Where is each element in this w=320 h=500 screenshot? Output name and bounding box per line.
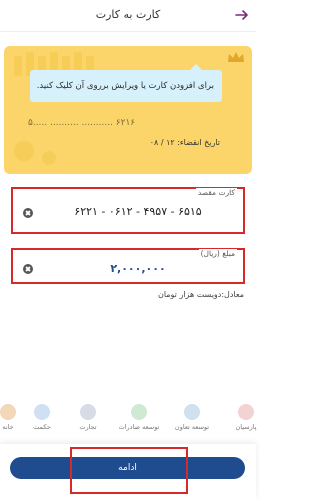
clear-amount-icon[interactable]	[23, 264, 33, 274]
destination-card-value[interactable]: ۶۲۲۱ - ۰۶۱۲ - ۴۹۵۷ - ۶۵۱۵	[41, 205, 235, 218]
arrow-right-icon[interactable]	[234, 7, 250, 23]
service-item[interactable]: توسعه تعاون	[170, 404, 214, 440]
add-card-tooltip[interactable]: برای افزودن کارت یا ویرایش برروی آن کلیک…	[30, 64, 222, 102]
tooltip-text: برای افزودن کارت یا ویرایش برروی آن کلیک…	[36, 81, 214, 91]
amount-field[interactable]: مبلغ (ریال) ۲,۰۰۰,۰۰۰	[11, 248, 245, 284]
continue-button[interactable]: ادامه	[10, 457, 245, 479]
card-expiry: تاریخ انقضاء: ۱۲ / ۰۸	[149, 138, 220, 147]
service-item[interactable]: تجارت	[66, 404, 110, 440]
clear-destination-icon[interactable]	[23, 208, 33, 218]
tooltip-arrow	[190, 64, 202, 70]
services-row: خانه حکمت تجارت توسعه صادرات توسعه تعاون…	[0, 404, 257, 444]
destination-card-label: کارت مقصد	[195, 188, 237, 197]
amount-equivalent: معادل:دویست هزار تومان	[157, 290, 244, 299]
card-to-card-screen: کارت به کارت برای افزودن کارت یا ویرایش …	[0, 0, 257, 500]
parsian-icon	[238, 404, 254, 420]
home-icon	[0, 404, 16, 420]
amount-label: مبلغ (ریال)	[198, 249, 237, 258]
service-item[interactable]: پارسیان	[224, 404, 268, 440]
amount-value[interactable]: ۲,۰۰۰,۰۰۰	[41, 262, 235, 275]
trade-icon	[80, 404, 96, 420]
export-icon	[131, 404, 147, 420]
app-header: کارت به کارت	[0, 0, 256, 32]
source-card[interactable]	[4, 46, 252, 174]
cooperation-icon	[184, 404, 200, 420]
wisdom-icon	[34, 404, 50, 420]
crown-icon	[228, 52, 244, 62]
page-title: کارت به کارت	[95, 8, 161, 21]
service-item[interactable]: توسعه صادرات	[117, 404, 161, 440]
masked-card-number: ۵..... .......... ........... ۶۲۱۶	[28, 118, 136, 128]
service-item[interactable]: حکمت	[20, 404, 64, 440]
destination-card-field[interactable]: کارت مقصد ۶۲۲۱ - ۰۶۱۲ - ۴۹۵۷ - ۶۵۱۵	[11, 187, 245, 234]
card-pattern	[14, 52, 94, 165]
